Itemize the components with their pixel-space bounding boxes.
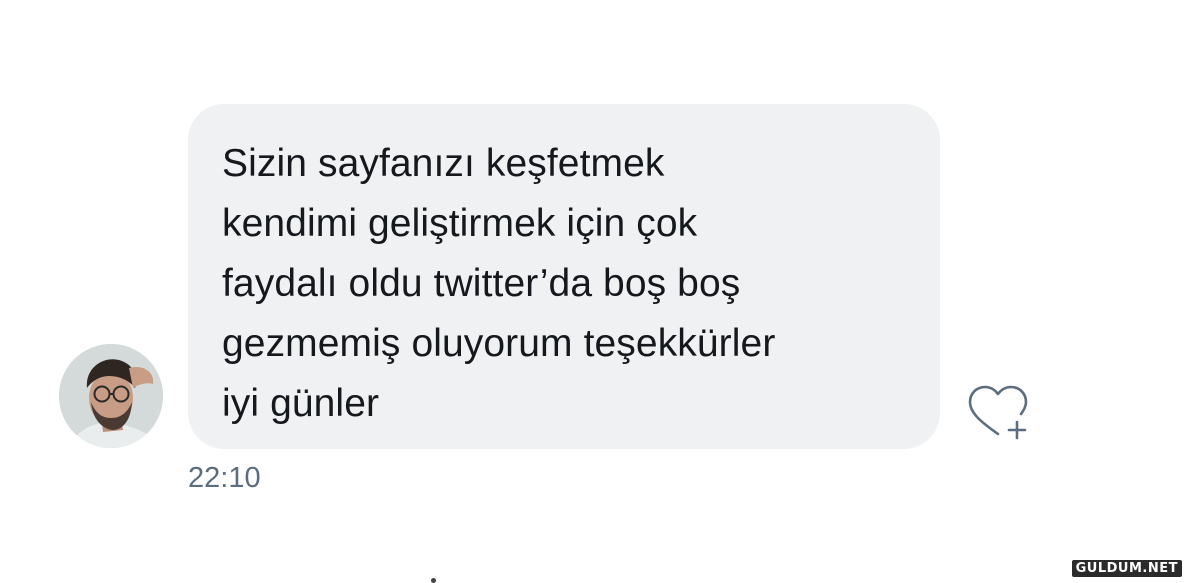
like-button[interactable] — [962, 384, 1034, 444]
watermark-logo: GULDUM.NET — [1071, 560, 1182, 577]
message-timestamp: 22:10 — [188, 462, 261, 494]
avatar-photo — [59, 344, 163, 448]
message-bubble[interactable]: Sizin sayfanızı keşfetmek kendimi gelişt… — [188, 104, 940, 449]
stray-dot — [431, 578, 436, 583]
message-text: Sizin sayfanızı keşfetmek kendimi gelişt… — [222, 142, 776, 425]
heart-plus-icon — [968, 385, 1028, 440]
sender-avatar[interactable] — [59, 344, 163, 448]
